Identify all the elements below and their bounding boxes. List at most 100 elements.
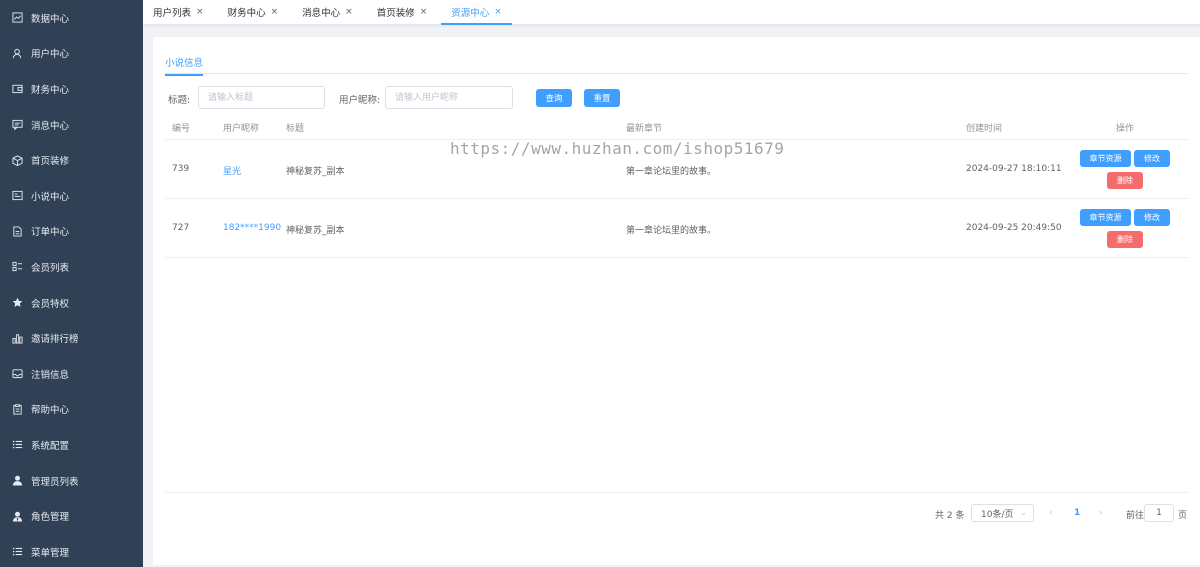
sidebar-item-label: 财务中心 [31, 84, 70, 96]
tabs-bar: 用户列表 × 财务中心 × 消息中心 × 首页装修 × 资源中心 × [143, 0, 1200, 25]
sidebar-item-menu-management[interactable]: 菜单管理 [0, 534, 143, 567]
cell-latest-chapter: 第一章论坛里的故事。 [626, 226, 717, 236]
cell-nickname[interactable]: 182****1990 [223, 223, 281, 233]
sidebar-item-finance[interactable]: 财务中心 [0, 71, 143, 107]
sidebar-item-help-center[interactable]: 帮助中心 [0, 392, 143, 428]
sidebar-item-cancellation[interactable]: 注销信息 [0, 356, 143, 392]
sidebar-item-label: 会员列表 [31, 262, 70, 274]
grid-list-icon [12, 261, 23, 272]
sidebar-item-label: 用户中心 [31, 49, 70, 61]
cell-latest-chapter: 第一章论坛里的故事。 [626, 167, 717, 177]
sidebar-item-label: 会员特权 [31, 298, 70, 310]
cell-nickname[interactable]: 星光 [223, 164, 241, 177]
query-button[interactable]: 查询 [536, 89, 572, 107]
sidebar-item-label: 订单中心 [31, 227, 70, 239]
header-nickname: 用户昵称 [223, 124, 260, 134]
tab-home-decoration[interactable]: 首页装修 × [367, 0, 438, 24]
book-icon [12, 190, 23, 201]
edit-button[interactable]: 修改 [1134, 209, 1170, 226]
sidebar-item-label: 小说中心 [31, 191, 70, 203]
sidebar-item-message[interactable]: 消息中心 [0, 107, 143, 143]
nickname-label: 用户昵称: [339, 95, 381, 106]
tab-message[interactable]: 消息中心 × [292, 0, 363, 24]
sidebar-item-label: 帮助中心 [31, 405, 70, 417]
sidebar-item-label: 消息中心 [31, 120, 70, 132]
sidebar-item-invite-ranking[interactable]: 邀请排行榜 [0, 320, 143, 356]
sidebar: 数据中心 用户中心 财务中心 消息中心 首页装修 小说中心 订单中心 会员列表 … [0, 0, 143, 567]
sidebar-item-role-management[interactable]: 角色管理 [0, 498, 143, 534]
cell-id: 727 [172, 223, 190, 233]
menu-list-icon [12, 546, 23, 557]
title-label: 标题: [168, 95, 191, 106]
header-latest-chapter: 最新章节 [626, 124, 663, 134]
prev-page-icon[interactable]: ‹ [1049, 508, 1053, 518]
pagination-total: 共 2 条 [935, 511, 965, 521]
sidebar-item-system-config[interactable]: 系统配置 [0, 427, 143, 463]
close-icon[interactable]: × [196, 7, 204, 17]
document-icon [12, 226, 23, 237]
star-icon [12, 297, 23, 308]
chapter-resource-button[interactable]: 章节资源 [1080, 209, 1131, 226]
sidebar-item-user-center[interactable]: 用户中心 [0, 36, 143, 72]
cell-title: 神秘复苏_副本 [286, 226, 345, 236]
next-page-icon[interactable]: › [1099, 508, 1103, 518]
delete-button[interactable]: 删除 [1107, 172, 1143, 189]
table-header: 编号 用户昵称 标题 最新章节 创建时间 操作 [165, 116, 1188, 140]
tab-finance[interactable]: 财务中心 × [218, 0, 289, 24]
sidebar-item-orders[interactable]: 订单中心 [0, 214, 143, 250]
goto-page-input[interactable]: 1 [1144, 504, 1174, 522]
sidebar-item-label: 菜单管理 [31, 547, 70, 559]
cell-created: 2024-09-25 20:49:50 [966, 223, 1062, 233]
tab-label: 用户列表 [153, 8, 192, 19]
close-icon[interactable]: × [345, 7, 353, 17]
header-id: 编号 [172, 124, 191, 134]
sidebar-item-data-center[interactable]: 数据中心 [0, 0, 143, 36]
tab-resource-center[interactable]: 资源中心 × [441, 0, 512, 25]
title-search-input[interactable] [198, 86, 325, 109]
sidebar-item-label: 管理员列表 [31, 476, 79, 488]
chapter-resource-button[interactable]: 章节资源 [1080, 150, 1131, 167]
sidebar-item-label: 邀请排行榜 [31, 334, 79, 346]
message-icon [12, 119, 23, 131]
subtab-bar: 小说信息 [165, 49, 1188, 76]
chart-icon [12, 12, 23, 23]
sidebar-item-member-privilege[interactable]: 会员特权 [0, 285, 143, 321]
sidebar-item-novel-center[interactable]: 小说中心 [0, 178, 143, 214]
chevron-down-icon: ⌄ [1020, 508, 1027, 517]
table-row: 727 182****1990 神秘复苏_副本 第一章论坛里的故事。 2024-… [165, 199, 1188, 258]
reset-button[interactable]: 重置 [584, 89, 620, 107]
edit-button[interactable]: 修改 [1134, 150, 1170, 167]
person-icon [12, 475, 23, 486]
tab-user-list[interactable]: 用户列表 × [143, 0, 214, 24]
header-created: 创建时间 [966, 124, 1003, 134]
page-number-current[interactable]: 1 [1074, 508, 1080, 518]
close-icon[interactable]: × [420, 7, 428, 17]
close-icon[interactable]: × [271, 7, 279, 17]
sidebar-item-label: 系统配置 [31, 440, 70, 452]
header-actions: 操作 [1116, 124, 1135, 134]
pagination: 共 2 条 10条/页 ⌄ ‹ 1 › 前往 1 页 [153, 504, 1200, 524]
tab-label: 资源中心 [451, 8, 490, 19]
sidebar-item-member-list[interactable]: 会员列表 [0, 249, 143, 285]
sidebar-item-label: 数据中心 [31, 13, 70, 25]
delete-button[interactable]: 删除 [1107, 231, 1143, 248]
tab-label: 财务中心 [227, 8, 266, 19]
tab-label: 首页装修 [376, 8, 415, 19]
tab-label: 消息中心 [302, 8, 341, 19]
nickname-search-input[interactable] [385, 86, 513, 109]
page-size-select[interactable]: 10条/页 ⌄ [971, 504, 1034, 522]
close-icon[interactable]: × [494, 7, 502, 17]
sidebar-item-label: 注销信息 [31, 369, 70, 381]
person-tie-icon [12, 511, 23, 522]
goto-label: 前往 [1126, 511, 1145, 521]
table-row: 739 星光 神秘复苏_副本 第一章论坛里的故事。 2024-09-27 18:… [165, 140, 1188, 199]
sidebar-item-admin-list[interactable]: 管理员列表 [0, 463, 143, 499]
subtab-novel-info[interactable]: 小说信息 [165, 55, 204, 76]
sidebar-item-home-decoration[interactable]: 首页装修 [0, 142, 143, 178]
cell-id: 739 [172, 164, 190, 174]
user-icon [12, 48, 23, 59]
clipboard-icon [12, 404, 23, 415]
content-card: 小说信息 标题: 用户昵称: 查询 重置 编号 用户昵称 标题 最新章节 创建时… [153, 37, 1200, 565]
filter-bar: 标题: 用户昵称: 查询 重置 [153, 86, 1200, 109]
wallet-icon [12, 83, 23, 94]
